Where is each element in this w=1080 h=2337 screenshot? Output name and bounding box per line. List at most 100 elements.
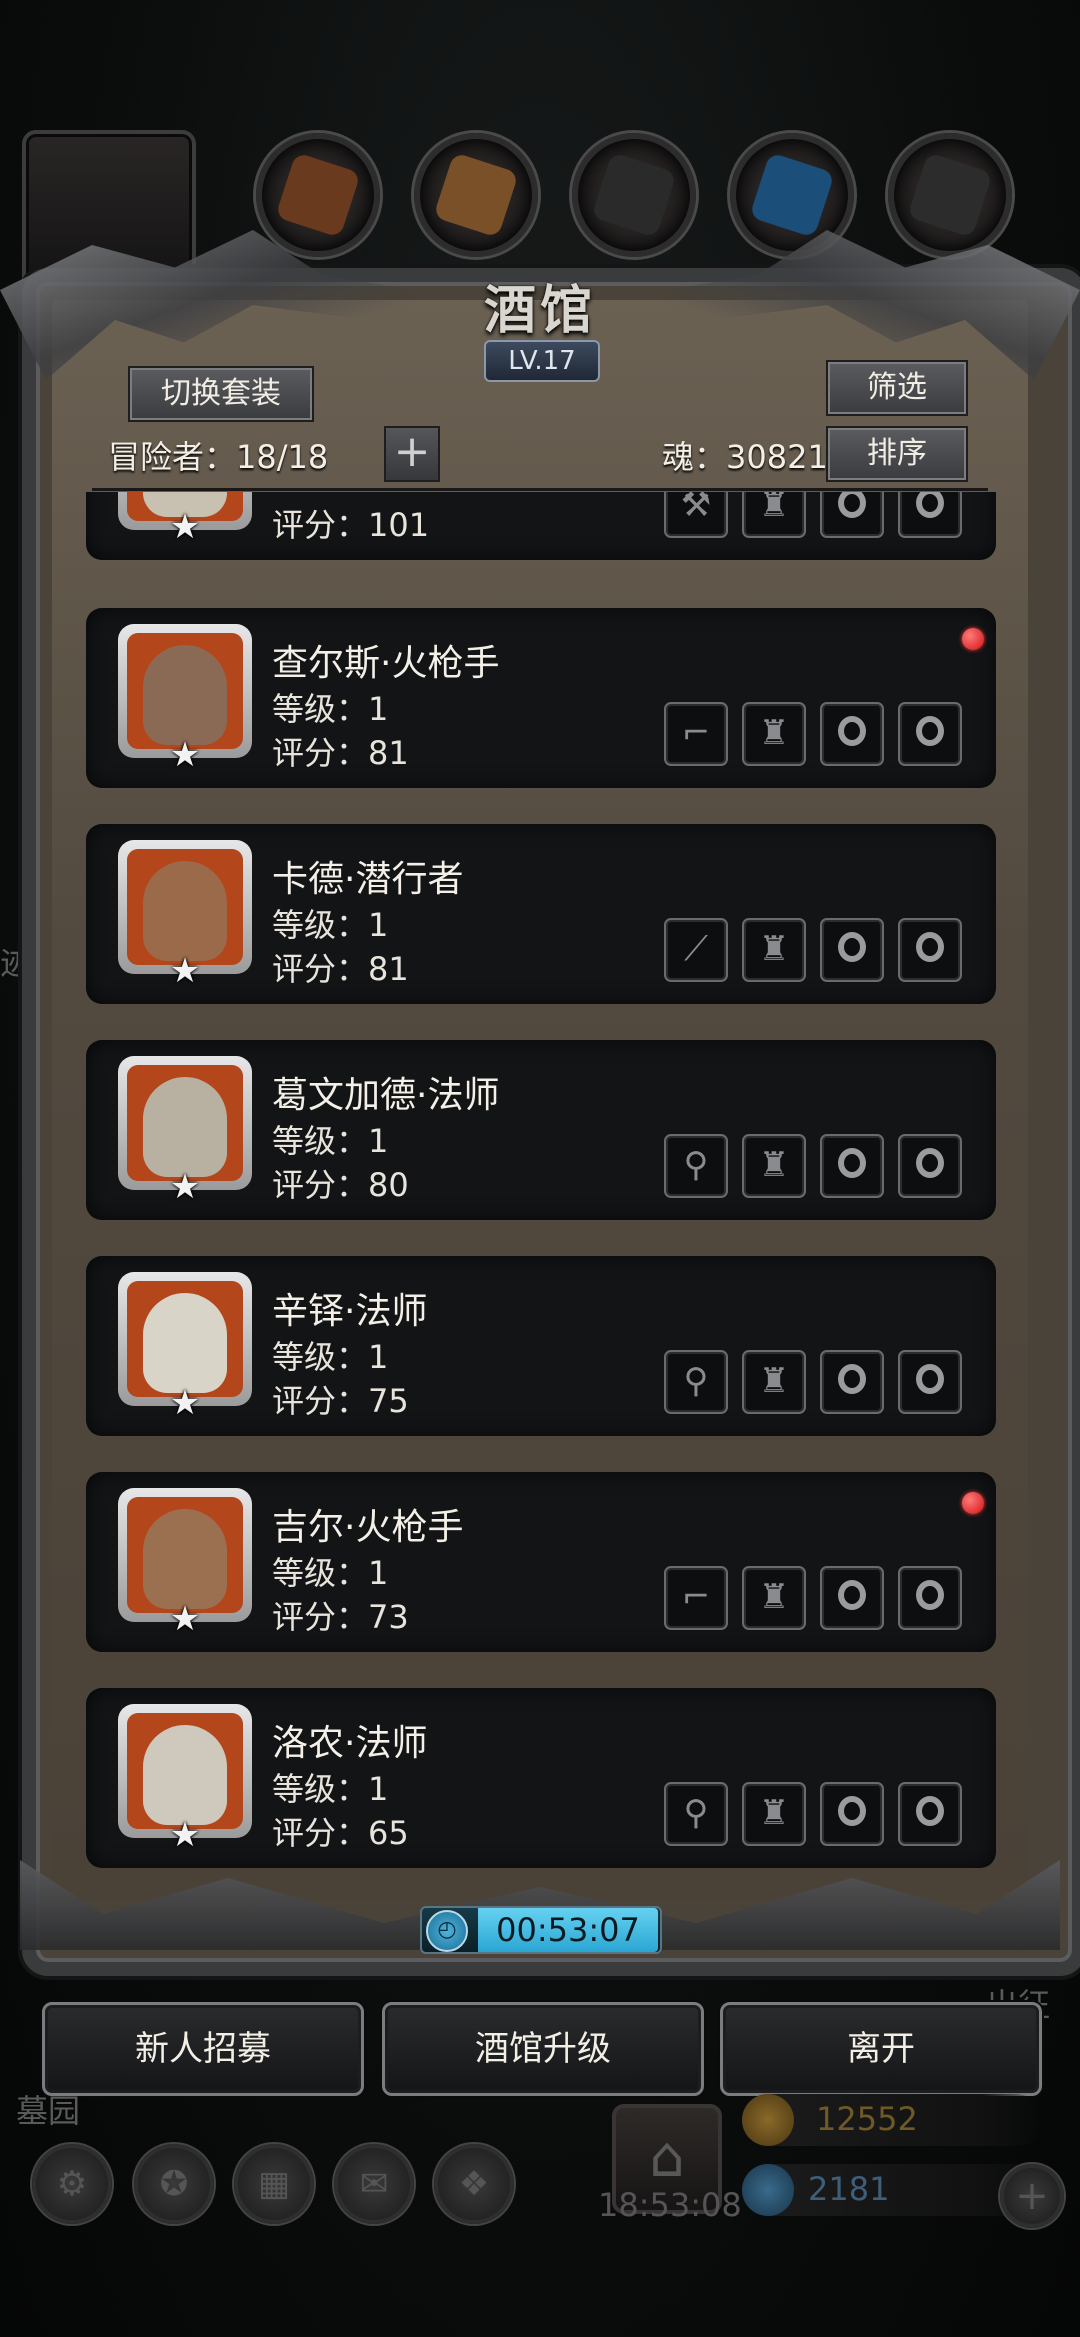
filter-button[interactable]: 筛选 [826, 360, 968, 416]
gem-resource: 2181 [742, 2164, 1042, 2216]
hero-score: 评分：65 [272, 1814, 409, 1852]
new-indicator-dot [962, 1492, 984, 1514]
game-clock: 18:53:08 [598, 2186, 742, 2224]
hero-list[interactable]: ★ 评分：101 ⚒ ♜ ★ 查尔斯·火枪手 等级：1 评分：81 ⌐ ♜ ★ … [86, 492, 996, 1870]
armor-slot-icon[interactable]: ♜ [742, 918, 806, 982]
equipment-slot-circle [256, 133, 380, 257]
ring-slot-icon[interactable] [898, 1350, 962, 1414]
ring-slot-icon[interactable] [898, 1782, 962, 1846]
star-icon: ★ [169, 951, 201, 991]
achievement-icon[interactable]: ✪ [134, 2144, 214, 2224]
add-capacity-button[interactable]: + [384, 426, 440, 482]
ring-slot-icon[interactable] [898, 1566, 962, 1630]
hero-portrait: ★ [118, 1488, 252, 1638]
ring-slot-icon[interactable] [820, 702, 884, 766]
star-icon: ★ [169, 1599, 201, 1639]
settings-gear-icon[interactable]: ⚙ [32, 2144, 112, 2224]
armor-slot-icon[interactable]: ♜ [742, 492, 806, 538]
mail-icon[interactable]: ✉ [334, 2144, 414, 2224]
hero-card[interactable]: ★ 葛文加德·法师 等级：1 评分：80 ⚲ ♜ [86, 1040, 996, 1220]
ring-slot-icon[interactable] [820, 1350, 884, 1414]
ring-slot-icon[interactable] [820, 1782, 884, 1846]
weapon-slot-staff-icon[interactable]: ⚲ [664, 1782, 728, 1846]
hero-score: 评分：81 [272, 950, 409, 988]
leave-button[interactable]: 离开 [720, 2002, 1042, 2096]
upgrade-tavern-button[interactable]: 酒馆升级 [382, 2002, 704, 2096]
hero-card[interactable]: ★ 吉尔·火枪手 等级：1 评分：73 ⌐ ♜ [86, 1472, 996, 1652]
add-currency-icon[interactable]: + [1000, 2164, 1064, 2228]
sort-button[interactable]: 排序 [826, 426, 968, 482]
panel-title: 酒馆 [483, 280, 596, 341]
weapon-slot-staff-icon[interactable]: ⚲ [664, 1350, 728, 1414]
star-icon: ★ [169, 507, 201, 547]
star-icon: ★ [169, 1383, 201, 1423]
hero-card[interactable]: ★ 洛农·法师 等级：1 评分：65 ⚲ ♜ [86, 1688, 996, 1868]
equipment-slot-circle [572, 133, 696, 257]
ring-slot-icon[interactable] [898, 1134, 962, 1198]
gem-amount: 2181 [808, 2170, 890, 2208]
timer-value: 00:53:07 [478, 1908, 658, 1952]
hero-name: 卡德·潜行者 [272, 859, 464, 900]
soul-currency: 魂：30821 [662, 438, 828, 476]
hero-card[interactable]: ★ 辛铎·法师 等级：1 评分：75 ⚲ ♜ [86, 1256, 996, 1436]
ring-slot-icon[interactable] [898, 492, 962, 538]
weapon-slot-axe-icon[interactable]: ⚒ [664, 492, 728, 538]
ring-slot-icon[interactable] [898, 918, 962, 982]
adventurer-count: 冒险者：18/18 [108, 438, 329, 476]
star-icon: ★ [169, 1815, 201, 1855]
armor-slot-icon[interactable]: ♜ [742, 702, 806, 766]
equipment-slot-circle [414, 133, 538, 257]
star-icon: ★ [169, 735, 201, 775]
gold-coin-icon [742, 2094, 794, 2146]
hero-portrait: ★ [118, 840, 252, 990]
list-divider [92, 488, 988, 491]
hero-portrait: ★ [118, 624, 252, 774]
armor-slot-icon[interactable]: ♜ [742, 1782, 806, 1846]
blue-gem-icon [742, 2164, 794, 2216]
hero-card[interactable]: ★ 卡德·潜行者 等级：1 评分：81 ⟋ ♜ [86, 824, 996, 1004]
star-icon: ★ [169, 1167, 201, 1207]
armor-slot-icon[interactable]: ♜ [742, 1350, 806, 1414]
hero-name: 吉尔·火枪手 [272, 1507, 464, 1548]
ring-slot-icon[interactable] [820, 1134, 884, 1198]
gold-amount: 12552 [816, 2100, 918, 2138]
graveyard-label: 墓园 [16, 2092, 81, 2130]
hero-score: 评分：101 [272, 506, 430, 544]
weapon-slot-dagger-icon[interactable]: ⟋ [664, 918, 728, 982]
ring-slot-icon[interactable] [898, 702, 962, 766]
hero-score: 评分：73 [272, 1598, 409, 1636]
ring-slot-icon[interactable] [820, 918, 884, 982]
recruit-timer: ◴ 00:53:07 [420, 1906, 662, 1954]
gold-resource: 12552 [742, 2094, 1042, 2146]
hero-level: 等级：1 [272, 1554, 389, 1592]
hero-score: 评分：75 [272, 1382, 409, 1420]
weapon-slot-musket-icon[interactable]: ⌐ [664, 1566, 728, 1630]
hero-portrait: ★ [118, 1056, 252, 1206]
hero-level: 等级：1 [272, 906, 389, 944]
hero-portrait: ★ [118, 492, 252, 546]
hero-portrait: ★ [118, 1272, 252, 1422]
ring-slot-icon[interactable] [820, 492, 884, 538]
new-indicator-dot [962, 628, 984, 650]
armor-slot-icon[interactable]: ♜ [742, 1134, 806, 1198]
armor-slot-icon[interactable]: ♜ [742, 1566, 806, 1630]
hero-name: 葛文加德·法师 [272, 1075, 500, 1116]
hero-level: 等级：1 [272, 1122, 389, 1160]
hero-level: 等级：1 [272, 1770, 389, 1808]
map-icon[interactable]: ❖ [434, 2144, 514, 2224]
collection-icon[interactable]: ▦ [234, 2144, 314, 2224]
clock-icon: ◴ [426, 1910, 468, 1952]
weapon-slot-staff-icon[interactable]: ⚲ [664, 1134, 728, 1198]
hero-name: 洛农·法师 [272, 1723, 428, 1764]
tavern-level-badge: LV.17 [484, 340, 600, 382]
recruit-button[interactable]: 新人招募 [42, 2002, 364, 2096]
hero-name: 辛铎·法师 [272, 1291, 428, 1332]
weapon-slot-musket-icon[interactable]: ⌐ [664, 702, 728, 766]
equipment-slot-circle [888, 133, 1012, 257]
ring-slot-icon[interactable] [820, 1566, 884, 1630]
switch-outfit-button[interactable]: 切换套装 [128, 366, 314, 422]
hero-card[interactable]: ★ 评分：101 ⚒ ♜ [86, 492, 996, 560]
hero-card[interactable]: ★ 查尔斯·火枪手 等级：1 评分：81 ⌐ ♜ [86, 608, 996, 788]
hero-level: 等级：1 [272, 690, 389, 728]
hero-portrait: ★ [118, 1704, 252, 1854]
